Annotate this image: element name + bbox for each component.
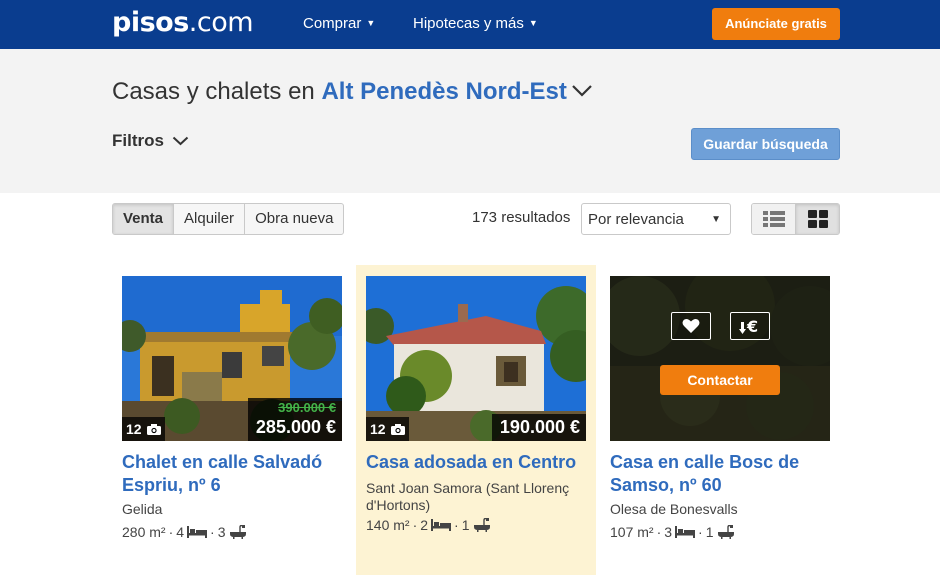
price-box: 390.000 € 285.000 € xyxy=(247,398,342,441)
price: 285.000 € xyxy=(255,417,336,437)
listing-title[interactable]: Chalet en calle Salvadó Espriu, nº 6 xyxy=(122,451,350,497)
listing-title[interactable]: Casa en calle Bosc de Samso, nº 60 xyxy=(610,451,838,497)
listing-features: 140 m² · 2 · 1 xyxy=(366,517,491,533)
bathtub-icon xyxy=(473,518,490,532)
bed-icon xyxy=(187,526,208,538)
listing-features: 280 m² · 4 · 3 xyxy=(122,524,247,540)
camera-icon xyxy=(146,423,161,435)
filters-toggle[interactable]: Filtros xyxy=(112,131,164,151)
list-view-button[interactable] xyxy=(752,204,795,234)
heart-icon xyxy=(682,318,700,333)
save-search-button[interactable]: Guardar búsqueda xyxy=(691,128,840,160)
page-title: Casas y chalets en Alt Penedès Nord-Est xyxy=(112,78,567,105)
caret-down-icon: ▼ xyxy=(711,214,721,225)
price-box: 190.000 € xyxy=(491,414,586,441)
price-drop-alert-icon: € xyxy=(739,317,758,336)
tab-venta[interactable]: Venta xyxy=(113,204,174,234)
list-view-icon xyxy=(762,211,785,227)
location-selector[interactable]: Alt Penedès Nord-Est xyxy=(321,78,566,105)
bathtub-icon xyxy=(229,525,246,539)
photo-count-badge: 12 xyxy=(366,417,409,441)
bed-icon xyxy=(675,526,696,538)
results-count: 173 resultados xyxy=(472,209,571,226)
grid-view-icon xyxy=(807,210,828,228)
view-toggle xyxy=(751,203,840,235)
photo-count-badge: 12 xyxy=(122,417,165,441)
site-logo[interactable]: pisos.com xyxy=(112,7,254,38)
camera-icon xyxy=(390,423,405,435)
chevron-down-icon[interactable] xyxy=(172,136,189,146)
listing-features: 107 m² · 3 · 1 xyxy=(610,524,735,540)
listing-location: Olesa de Bonesvalls xyxy=(610,501,738,517)
nav-comprar[interactable]: Comprar ▼ xyxy=(303,15,375,32)
bed-icon xyxy=(431,519,452,531)
listing-photo[interactable]: 12 390.000 € 285.000 € xyxy=(122,276,342,441)
favorite-button[interactable] xyxy=(671,312,711,340)
old-price: 390.000 € xyxy=(278,400,336,415)
sort-select[interactable]: Por relevancia ▼ xyxy=(581,203,731,235)
tab-obra-nueva[interactable]: Obra nueva xyxy=(244,204,343,234)
listing-photo[interactable] xyxy=(610,276,830,441)
tab-alquiler[interactable]: Alquiler xyxy=(173,204,244,234)
chevron-down-icon[interactable] xyxy=(571,84,593,98)
operation-tabs: Venta Alquiler Obra nueva xyxy=(112,203,345,235)
sort-value: Por relevancia xyxy=(588,211,684,228)
price-alert-button[interactable]: € xyxy=(730,312,770,340)
house-photo-image xyxy=(610,276,830,441)
search-header xyxy=(0,49,940,193)
caret-down-icon: ▼ xyxy=(366,18,376,28)
bathtub-icon xyxy=(717,525,734,539)
listing-location: Sant Joan Samora (Sant Llorenç d'Hortons… xyxy=(366,480,570,513)
svg-text:€: € xyxy=(746,317,758,336)
price: 190.000 € xyxy=(499,417,580,437)
listing-photo[interactable]: 12 190.000 € xyxy=(366,276,586,441)
caret-down-icon: ▼ xyxy=(528,18,538,28)
listing-title[interactable]: Casa adosada en Centro xyxy=(366,451,594,474)
publish-ad-button[interactable]: Anúnciate gratis xyxy=(712,8,840,40)
listing-location: Gelida xyxy=(122,501,163,517)
nav-hipotecas[interactable]: Hipotecas y más ▼ xyxy=(413,15,538,32)
contact-button[interactable]: Contactar xyxy=(660,365,780,395)
grid-view-button[interactable] xyxy=(795,204,839,234)
